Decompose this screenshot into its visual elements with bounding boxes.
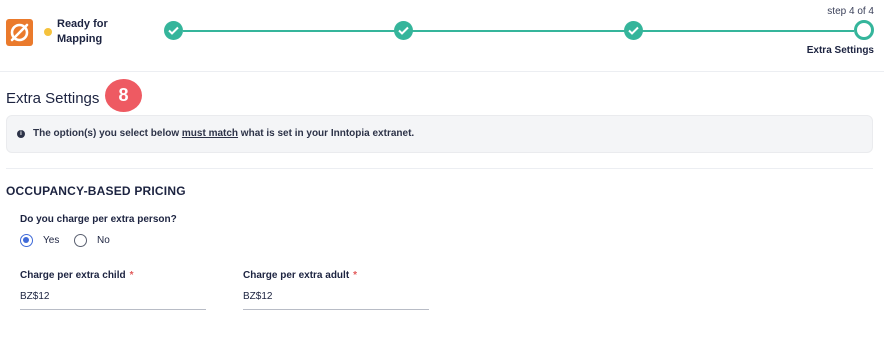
page-title: Extra Settings [6, 90, 100, 107]
status-text: Ready for Mapping [57, 18, 108, 45]
wizard-header: Ready for Mapping step 4 of 4 Extra Sett… [0, 0, 884, 72]
notice-emphasis: must match [181, 128, 239, 139]
adult-charge-input[interactable] [243, 286, 429, 302]
stepper-track [183, 30, 854, 32]
radio-yes-label[interactable]: Yes [43, 235, 59, 246]
status-dot-icon [44, 28, 52, 36]
radio-yes[interactable] [20, 234, 33, 247]
radio-no-label[interactable]: No [97, 235, 110, 246]
child-charge-field[interactable] [20, 286, 206, 310]
adult-charge-field[interactable] [243, 286, 429, 310]
step-3-complete[interactable] [624, 21, 643, 40]
step-2-complete[interactable] [394, 21, 413, 40]
step-1-complete[interactable] [164, 21, 183, 40]
info-icon: i [17, 130, 25, 138]
section-title: OCCUPANCY-BASED PRICING [6, 184, 186, 198]
step-number-badge: 8 [105, 79, 142, 112]
section-divider [6, 168, 873, 169]
extra-person-question: Do you charge per extra person? [20, 214, 177, 225]
step-4-current[interactable] [854, 20, 874, 40]
radio-no[interactable] [74, 234, 87, 247]
check-icon [398, 26, 409, 35]
required-mark: * [353, 270, 358, 281]
info-notice: i The option(s) you select below must ma… [6, 115, 873, 153]
notice-text: The option(s) you select below must matc… [33, 128, 415, 139]
step-count: step 4 of 4 [827, 6, 874, 17]
child-charge-input[interactable] [20, 286, 206, 302]
child-charge-label: Charge per extra child * [20, 270, 134, 281]
app-logo [6, 19, 33, 46]
required-mark: * [129, 270, 134, 281]
check-icon [628, 26, 639, 35]
current-step-name: Extra Settings [806, 45, 874, 56]
adult-charge-label: Charge per extra adult * [243, 270, 358, 281]
check-icon [168, 26, 179, 35]
